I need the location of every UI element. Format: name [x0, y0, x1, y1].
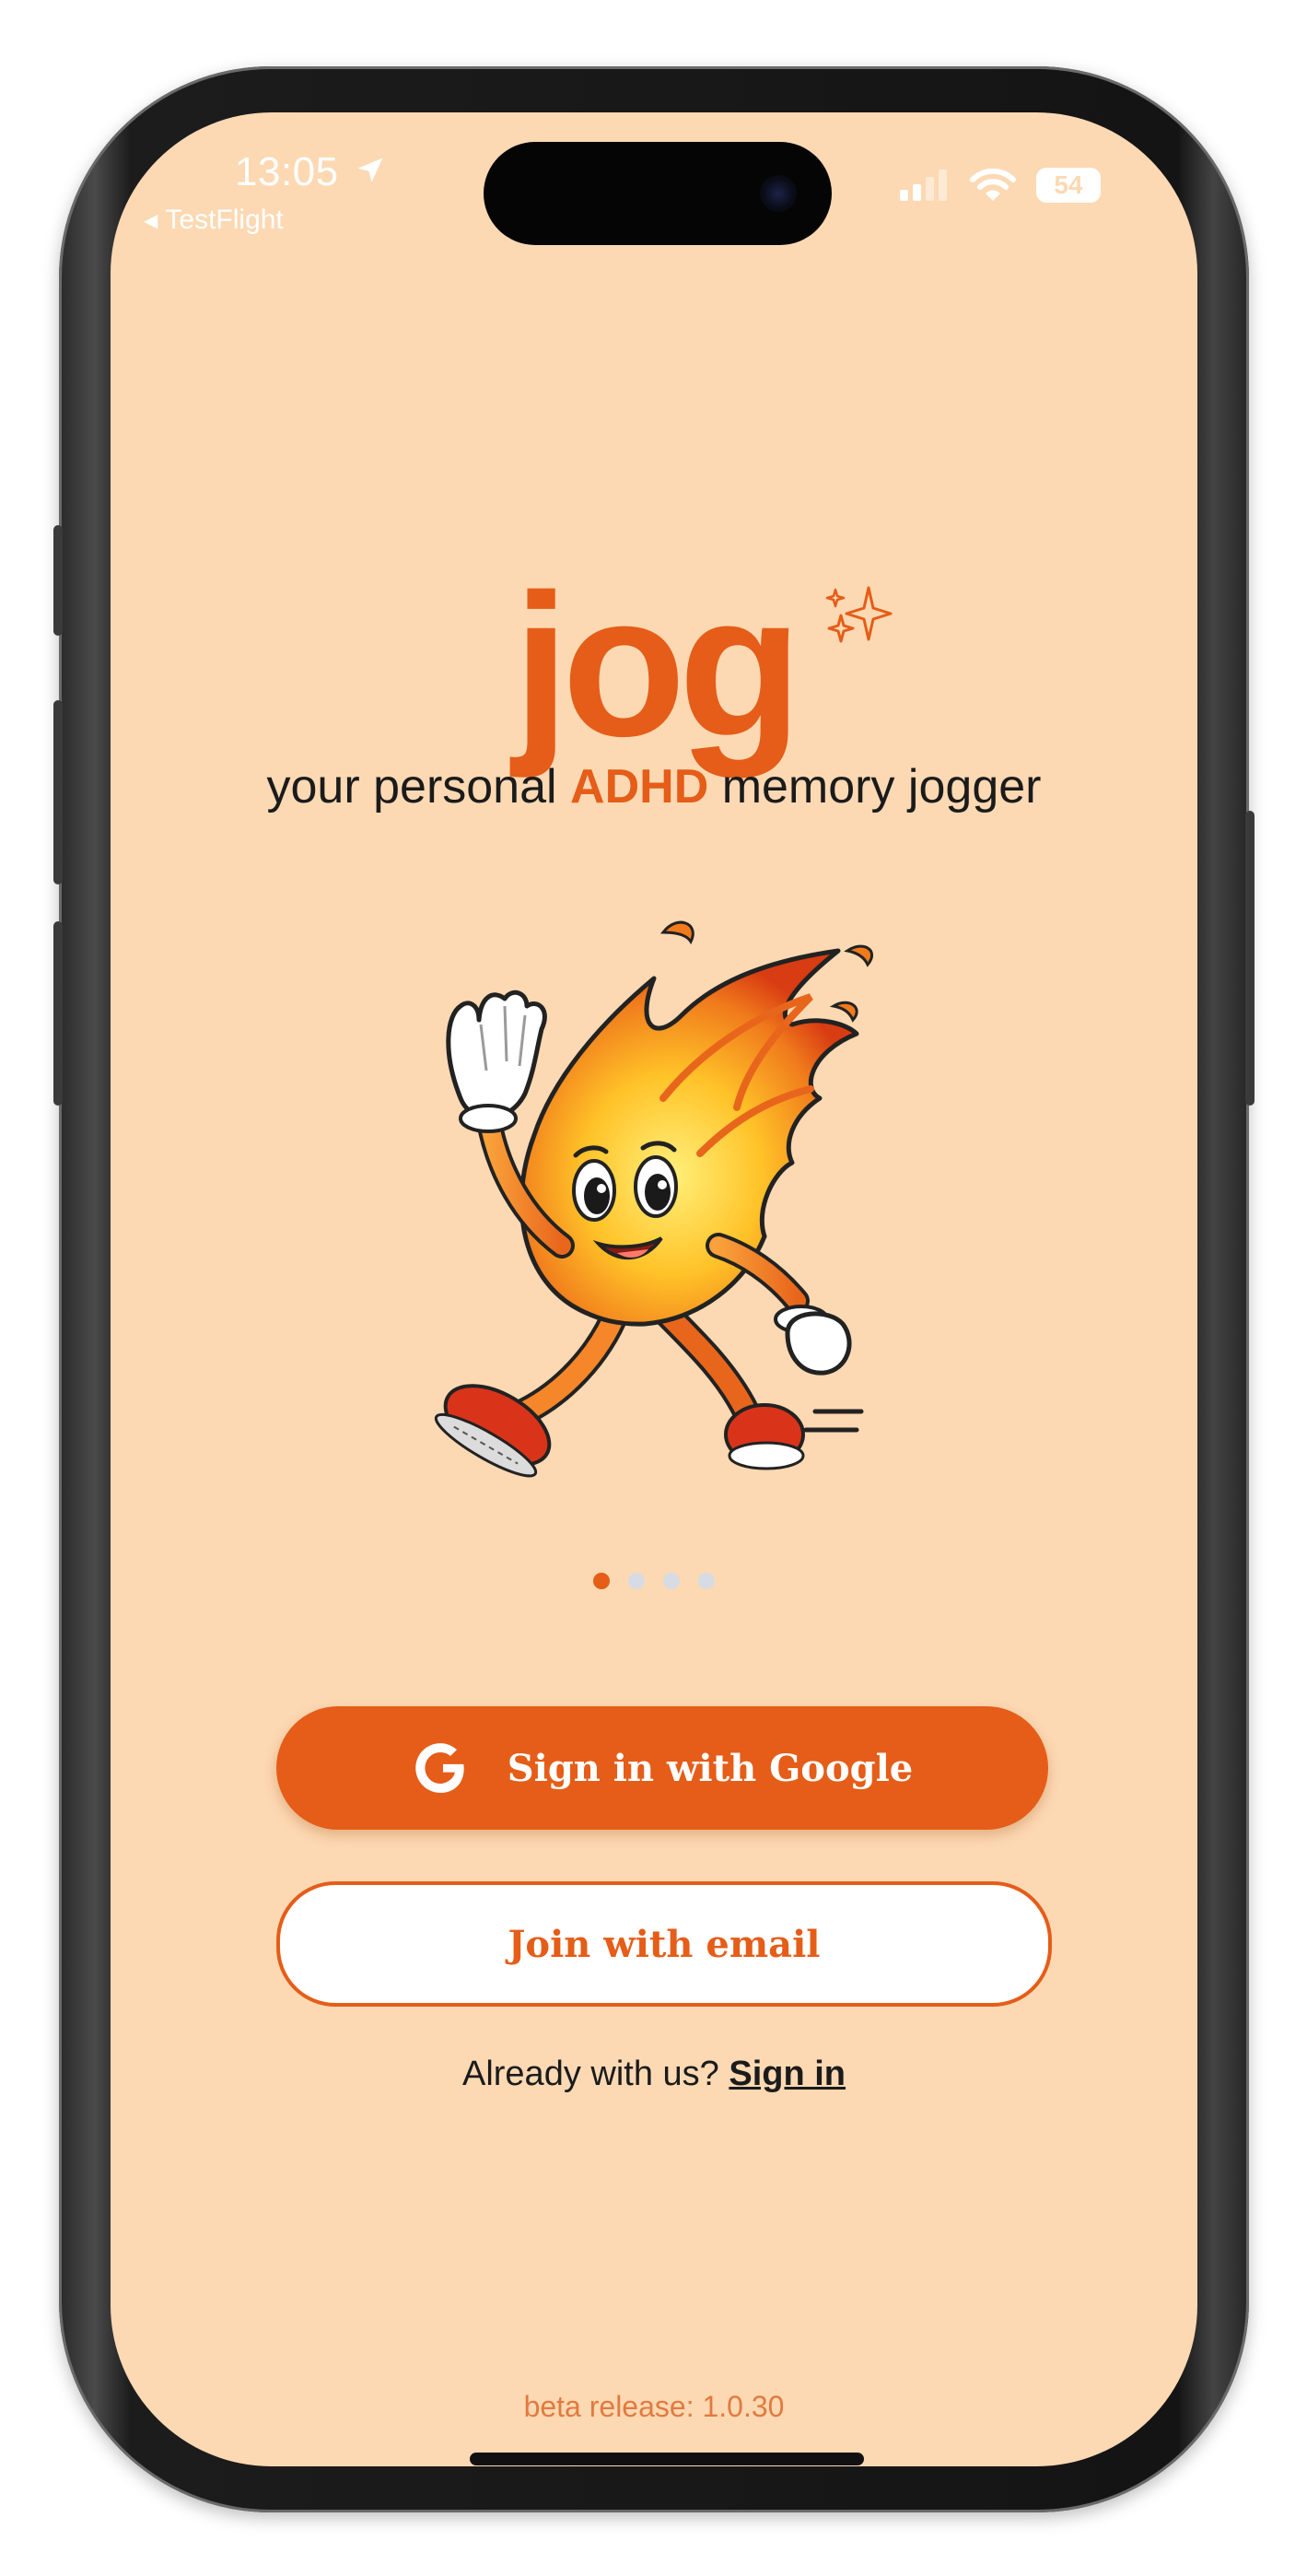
tagline-part-1: your personal	[266, 760, 571, 814]
join-with-email-button[interactable]: Join with email	[276, 1881, 1052, 2007]
back-to-testflight[interactable]: ◀ TestFlight	[144, 205, 284, 236]
already-member-row: Already with us? Sign in	[111, 2055, 1197, 2094]
sign-in-link[interactable]: Sign in	[729, 2055, 846, 2093]
dynamic-island	[484, 142, 832, 245]
page-dot-1[interactable]	[593, 1573, 610, 1589]
home-indicator[interactable]	[470, 2453, 864, 2465]
version-text: beta release: 1.0.30	[523, 2390, 785, 2423]
battery-level: 54	[1054, 170, 1083, 199]
volume-up-button	[53, 700, 63, 884]
page-dot-2[interactable]	[628, 1573, 645, 1589]
status-time: 13:05	[235, 149, 387, 195]
front-camera	[760, 175, 797, 212]
status-time-text: 13:05	[235, 149, 339, 194]
location-arrow-icon	[357, 158, 383, 182]
back-app-label: TestFlight	[165, 205, 284, 235]
flame-mascot-illustration	[434, 920, 874, 1478]
app-screen: 13:05 ◀ TestFlight 54 jog your personal …	[111, 112, 1197, 2466]
version-label: beta release: 1.0.30	[111, 2390, 1197, 2424]
page-dot-3[interactable]	[663, 1573, 680, 1589]
sign-in-with-google-button[interactable]: Sign in with Google	[276, 1706, 1048, 1830]
back-triangle-icon: ◀	[144, 210, 158, 231]
logo-text: jog	[513, 552, 802, 779]
tagline-part-2: memory jogger	[708, 760, 1042, 814]
sparkle-icon	[825, 586, 893, 643]
tagline-highlight: ADHD	[570, 760, 709, 814]
already-member-text: Already with us?	[461, 2055, 729, 2093]
google-icon	[414, 1743, 464, 1793]
cellular-signal-icon	[900, 170, 947, 201]
google-button-label: Sign in with Google	[507, 1746, 914, 1790]
logo-area: jog	[111, 564, 1197, 767]
volume-down-button	[53, 921, 63, 1106]
wifi-icon	[970, 168, 1016, 201]
silent-switch	[53, 525, 63, 636]
email-button-label: Join with email	[508, 1922, 821, 1966]
battery-icon: 54	[1036, 168, 1101, 203]
page-dot-4[interactable]	[698, 1573, 715, 1589]
tagline: your personal ADHD memory jogger	[111, 759, 1197, 814]
power-button	[1245, 811, 1254, 1106]
status-icons: 54	[898, 168, 1101, 203]
app-logo: jog	[513, 564, 893, 767]
carousel-page-indicator[interactable]	[111, 1573, 1197, 1589]
